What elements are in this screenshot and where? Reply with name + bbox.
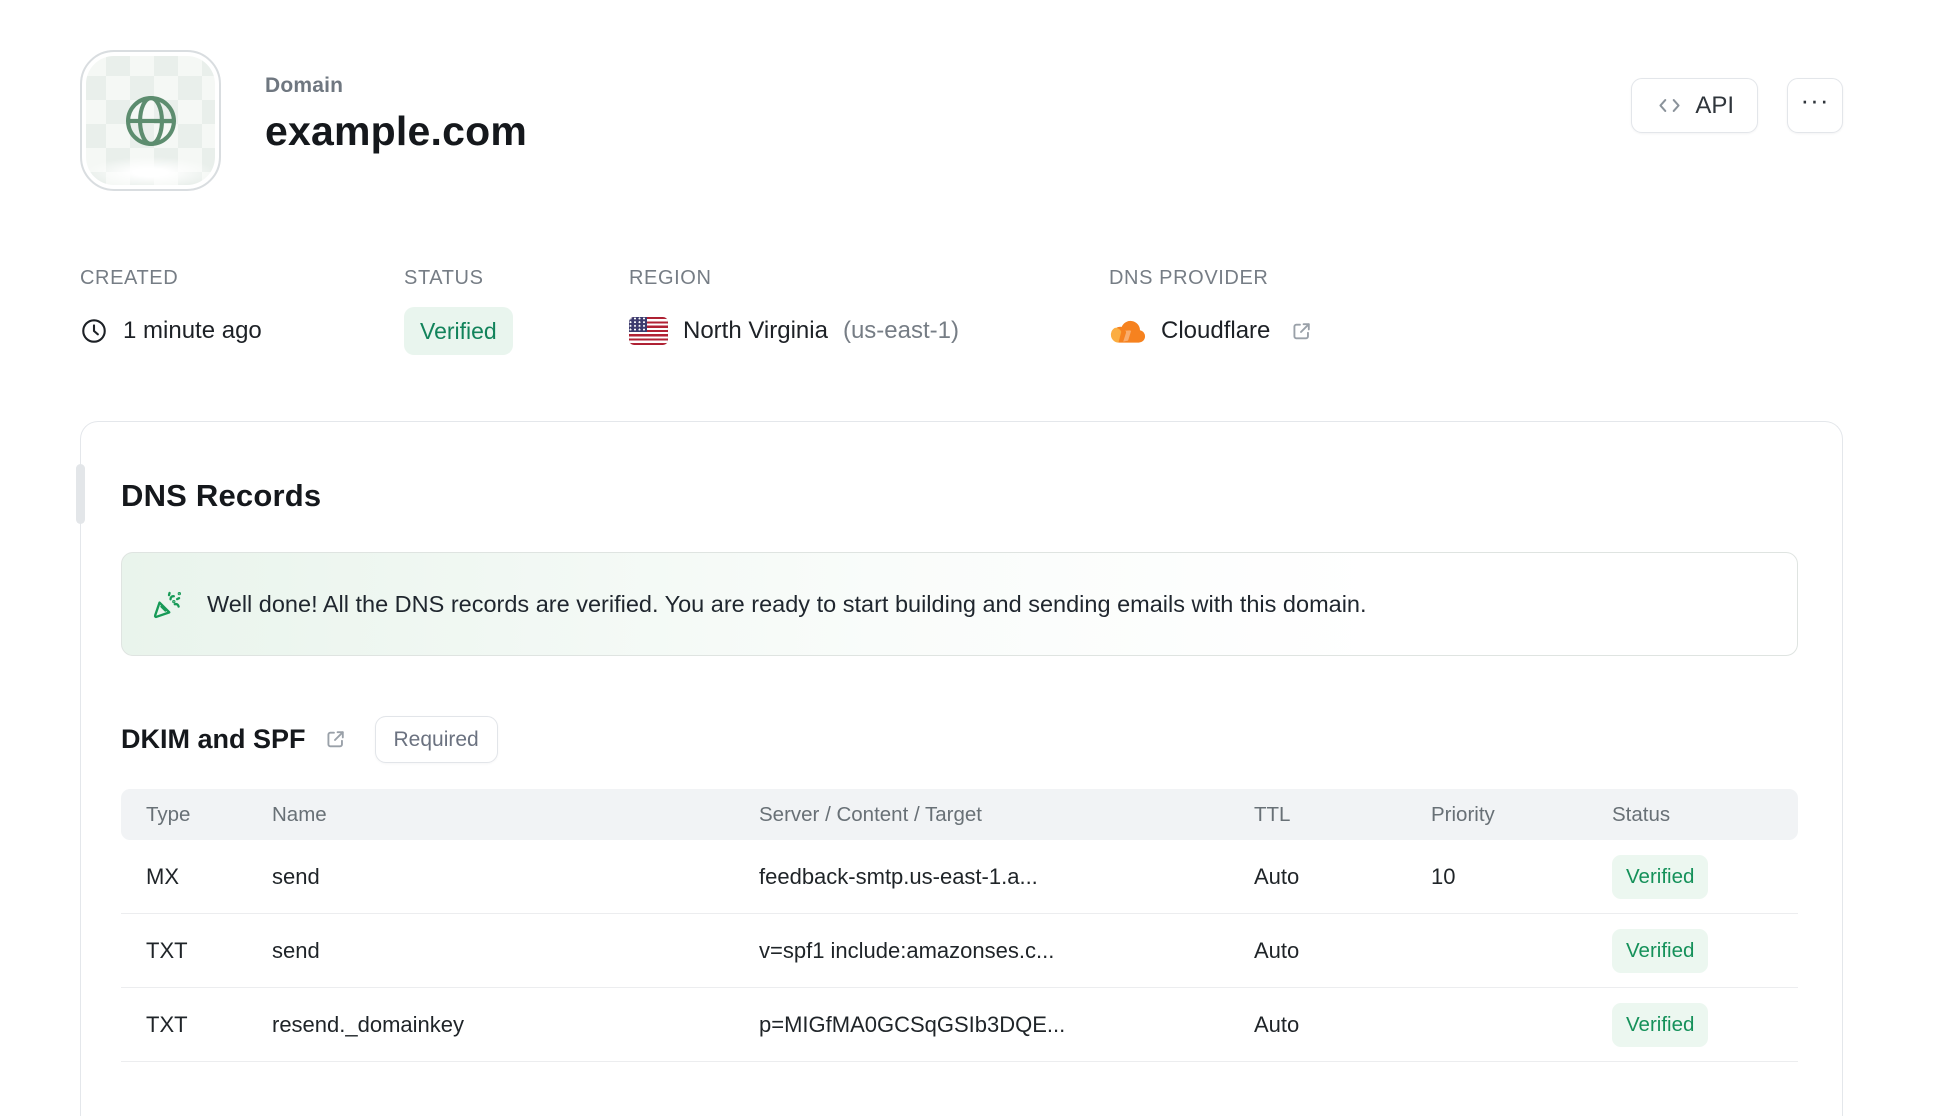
record-name: send [272,863,320,889]
record-type: MX [146,863,179,889]
page-header: Domain example.com API ··· [0,0,1944,191]
record-content: feedback-smtp.us-east-1.a... [759,863,1038,889]
created-label: CREATED [80,267,179,289]
record-priority: 10 [1431,863,1456,889]
external-link-icon[interactable] [323,727,348,752]
record-content: v=spf1 include:amazonses.c... [759,937,1055,963]
region-label: REGION [629,267,712,289]
record-type: TXT [146,937,188,963]
region-code: (us-east-1) [842,317,959,344]
globe-icon [119,89,183,153]
meta-status: STATUS Verified [404,267,629,355]
external-link-icon[interactable] [1289,319,1314,344]
success-banner-text: Well done! All the DNS records are verif… [207,590,1367,617]
ellipsis-icon: ··· [1800,85,1830,115]
us-flag-icon [629,317,668,345]
clock-icon [80,317,108,345]
status-label: STATUS [404,267,484,289]
col-header-name: Name [272,802,327,826]
table-header-row: Type Name Server / Content / Target TTL … [121,789,1798,840]
record-name: resend._domainkey [272,1011,465,1037]
col-header-type: Type [146,802,191,826]
record-ttl: Auto [1254,937,1300,963]
col-header-ttl: TTL [1254,802,1291,826]
api-button-label: API [1695,91,1734,119]
more-options-button[interactable]: ··· [1787,78,1843,133]
dkim-spf-section-header: DKIM and SPF Required [121,716,1798,763]
cloudflare-icon [1109,318,1146,344]
dns-records-title: DNS Records [121,478,322,513]
dkim-spf-title: DKIM and SPF [121,724,306,754]
party-popper-icon [151,588,184,621]
code-icon [1655,91,1684,120]
record-ttl: Auto [1254,863,1300,889]
page-title: example.com [265,108,527,154]
created-value: 1 minute ago [123,317,262,344]
api-button[interactable]: API [1631,78,1758,133]
header-actions: API ··· [1631,78,1843,133]
dns-records-card: DNS Records Well done! All the DNS recor… [76,421,1843,1116]
meta-created: CREATED 1 minute ago [80,267,404,355]
dns-records-table: Type Name Server / Content / Target TTL … [121,789,1798,1062]
col-header-status: Status [1612,802,1671,826]
meta-region: REGION North Virginia (us-east-1) [629,267,1109,355]
dns-provider-label: DNS PROVIDER [1109,267,1269,289]
success-banner: Well done! All the DNS records are verif… [121,552,1798,656]
region-name: North Virginia [683,317,828,344]
record-name: send [272,937,320,963]
record-content: p=MIGfMA0GCSqGSIb3DQE... [759,1011,1066,1037]
meta-dns-provider: DNS PROVIDER Cloudflare [1109,267,1314,355]
table-row[interactable]: TXT send v=spf1 include:amazonses.c... A… [121,914,1798,988]
record-status-badge: Verified [1612,1002,1709,1047]
dns-provider-value: Cloudflare [1161,317,1271,344]
table-row[interactable]: TXT resend._domainkey p=MIGfMA0GCSqGSIb3… [121,988,1798,1062]
record-status-badge: Verified [1612,928,1709,973]
col-header-content: Server / Content / Target [759,802,982,826]
table-row[interactable]: MX send feedback-smtp.us-east-1.a... Aut… [121,840,1798,914]
col-header-priority: Priority [1431,802,1495,826]
domain-avatar [80,50,221,191]
domain-meta: CREATED 1 minute ago STATUS Verified REG… [80,267,1944,355]
status-badge: Verified [404,307,513,355]
record-ttl: Auto [1254,1011,1300,1037]
scroll-accent-bar [76,464,85,524]
domain-kind-label: Domain [265,74,344,97]
record-type: TXT [146,1011,188,1037]
record-status-badge: Verified [1612,854,1709,899]
required-badge: Required [374,716,498,763]
